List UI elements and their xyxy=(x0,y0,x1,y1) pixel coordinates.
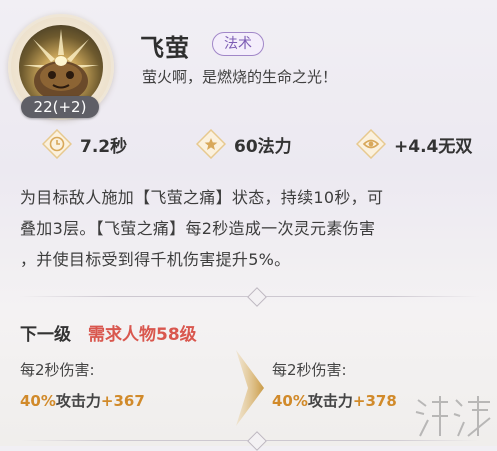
next-damage-text: 攻击力 xyxy=(307,392,353,410)
next-damage-label: 每2秒伤害: xyxy=(272,361,347,379)
star-icon xyxy=(195,128,227,160)
skill-type-tag: 法术 xyxy=(212,32,264,56)
next-damage-add: +378 xyxy=(352,392,397,410)
watermark-logo xyxy=(412,392,496,442)
current-damage-add: +367 xyxy=(100,392,145,410)
divider-diamond-icon xyxy=(247,287,267,307)
divider-diamond-icon xyxy=(247,431,267,451)
current-damage-text: 攻击力 xyxy=(55,392,101,410)
clock-icon xyxy=(41,128,73,160)
description-line: 为目标敌人施加【飞萤之痛】状态，持续10秒，可 xyxy=(20,188,384,207)
chevron-right-icon xyxy=(232,348,266,428)
description-line: 叠加3层。【飞萤之痛】每2秒造成一次灵元素伤害 xyxy=(20,219,376,238)
skill-name: 飞萤 xyxy=(140,34,190,62)
current-damage-percent: 40% xyxy=(20,392,56,410)
stat-musou: +4.4无双 xyxy=(355,128,473,160)
stat-cooldown: 7.2秒 xyxy=(41,128,128,160)
next-damage-percent: 40% xyxy=(272,392,308,410)
current-damage-label: 每2秒伤害: xyxy=(20,361,95,379)
stat-musou-value: +4.4无双 xyxy=(394,136,473,157)
stat-mana-cost: 60法力 xyxy=(195,128,292,160)
next-damage-value: 40%攻击力+378 xyxy=(272,390,397,411)
skill-description: 为目标敌人施加【飞萤之痛】状态，持续10秒，可 叠加3层。【飞萤之痛】每2秒造成… xyxy=(20,182,490,275)
skill-level-badge: 22(+2) xyxy=(21,96,99,118)
skill-quote: 萤火啊，是燃烧的生命之光！ xyxy=(142,68,338,86)
description-line: ，并使目标受到得千机伤害提升5%。 xyxy=(20,250,291,269)
next-level-label: 下一级 xyxy=(20,325,71,345)
eye-icon xyxy=(355,128,387,160)
required-character-level: 需求人物58级 xyxy=(88,325,197,345)
stat-mana-cost-value: 60法力 xyxy=(234,136,292,157)
current-damage-value: 40%攻击力+367 xyxy=(20,390,145,411)
stat-cooldown-value: 7.2秒 xyxy=(80,136,128,157)
